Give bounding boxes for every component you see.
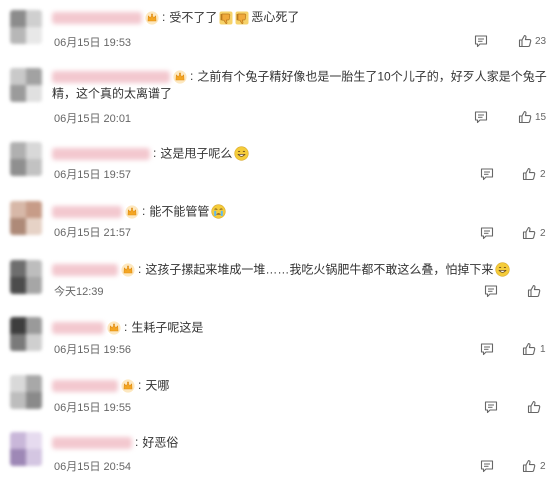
like-icon[interactable] — [522, 226, 536, 240]
avatar[interactable] — [10, 201, 42, 235]
comment-time: 06月15日 21:57 — [54, 227, 132, 239]
avatar[interactable] — [10, 142, 42, 176]
like-icon[interactable] — [522, 459, 536, 473]
username[interactable] — [52, 321, 104, 334]
like-icon[interactable] — [522, 342, 536, 356]
username[interactable] — [52, 70, 170, 83]
comment-item: : 这孩子摞起来堆成一堆……我吃火锅肥牛都不敢这么叠，怕掉下来 今天12:39 — [0, 252, 558, 308]
username[interactable] — [52, 436, 132, 449]
username[interactable] — [52, 147, 150, 160]
like-count: 2 — [540, 228, 546, 239]
thumbs-down-icon — [219, 11, 233, 25]
comment-item: : 之前有个兔子精好像也是一胎生了10个儿子的，好歹人家是个兔子精，这个真的太离谱… — [0, 62, 558, 132]
username[interactable] — [52, 205, 122, 218]
comment-text: 能不能管管 — [149, 204, 210, 219]
username[interactable] — [52, 263, 118, 276]
reply-icon[interactable] — [480, 459, 494, 473]
comment-item: : 好恶俗 06月15日 20:54 2 — [0, 428, 558, 484]
crown-badge-icon — [145, 11, 159, 25]
comment-text: 生耗子呢这是 — [131, 320, 204, 335]
comment-time: 06月15日 19:55 — [54, 402, 132, 414]
comment-text: 这孩子摞起来堆成一堆……我吃火锅肥牛都不敢这么叠，怕掉下来 — [145, 262, 494, 277]
grinning-face-icon — [234, 146, 249, 161]
comment-item: : 能不能管管 06月15日 21:57 2 — [0, 193, 558, 248]
like-count: 15 — [535, 112, 547, 123]
reply-icon[interactable] — [474, 110, 488, 124]
comment-text: 恶心死了 — [251, 10, 300, 25]
reply-icon[interactable] — [484, 400, 498, 414]
comment-item: : 这是甩子呢么 06月15日 19:57 2 — [0, 135, 558, 190]
comment-text: 天哪 — [145, 378, 170, 393]
comment-time: 06月15日 20:54 — [54, 461, 132, 473]
comment-text: 这是甩子呢么 — [160, 146, 233, 161]
reply-icon[interactable] — [474, 34, 488, 48]
crown-badge-icon — [107, 321, 121, 335]
like-icon[interactable] — [527, 400, 541, 414]
reply-icon[interactable] — [480, 226, 494, 240]
comment-time: 06月15日 20:01 — [54, 113, 132, 125]
avatar[interactable] — [10, 375, 42, 409]
crying-face-icon — [211, 204, 226, 219]
like-icon[interactable] — [518, 34, 532, 48]
crown-badge-icon — [121, 263, 135, 277]
like-count: 1 — [540, 344, 546, 355]
reply-icon[interactable] — [480, 342, 494, 356]
like-count: 23 — [535, 36, 547, 47]
avatar[interactable] — [10, 10, 42, 44]
like-icon[interactable] — [527, 284, 541, 298]
comment-time: 06月15日 19:53 — [54, 37, 132, 49]
thumbs-down-icon — [235, 11, 249, 25]
avatar[interactable] — [10, 260, 42, 294]
comment-time: 06月15日 19:57 — [54, 169, 132, 181]
avatar[interactable] — [10, 68, 42, 102]
username[interactable] — [52, 379, 118, 392]
grinning-face-icon — [495, 262, 510, 277]
crown-badge-icon — [121, 379, 135, 393]
crown-badge-icon — [173, 70, 187, 84]
comment-time: 06月15日 19:56 — [54, 344, 132, 356]
reply-icon[interactable] — [484, 284, 498, 298]
comment-item: : 生耗子呢这是 06月15日 19:56 1 — [0, 311, 558, 367]
comment-item: : 受不了了 恶心死了 06月15日 19:53 23 — [0, 0, 558, 60]
like-count: 2 — [540, 461, 546, 472]
comment-time: 今天12:39 — [54, 286, 104, 298]
username[interactable] — [52, 11, 142, 24]
avatar[interactable] — [10, 317, 42, 351]
comment-item: : 天哪 06月15日 19:55 — [0, 369, 558, 425]
like-icon[interactable] — [518, 110, 532, 124]
like-icon[interactable] — [522, 167, 536, 181]
crown-badge-icon — [125, 205, 139, 219]
reply-icon[interactable] — [480, 167, 494, 181]
avatar[interactable] — [10, 432, 42, 466]
like-count: 2 — [540, 169, 546, 180]
comment-text: 好恶俗 — [142, 435, 179, 450]
comment-text: 受不了了 — [169, 10, 218, 25]
